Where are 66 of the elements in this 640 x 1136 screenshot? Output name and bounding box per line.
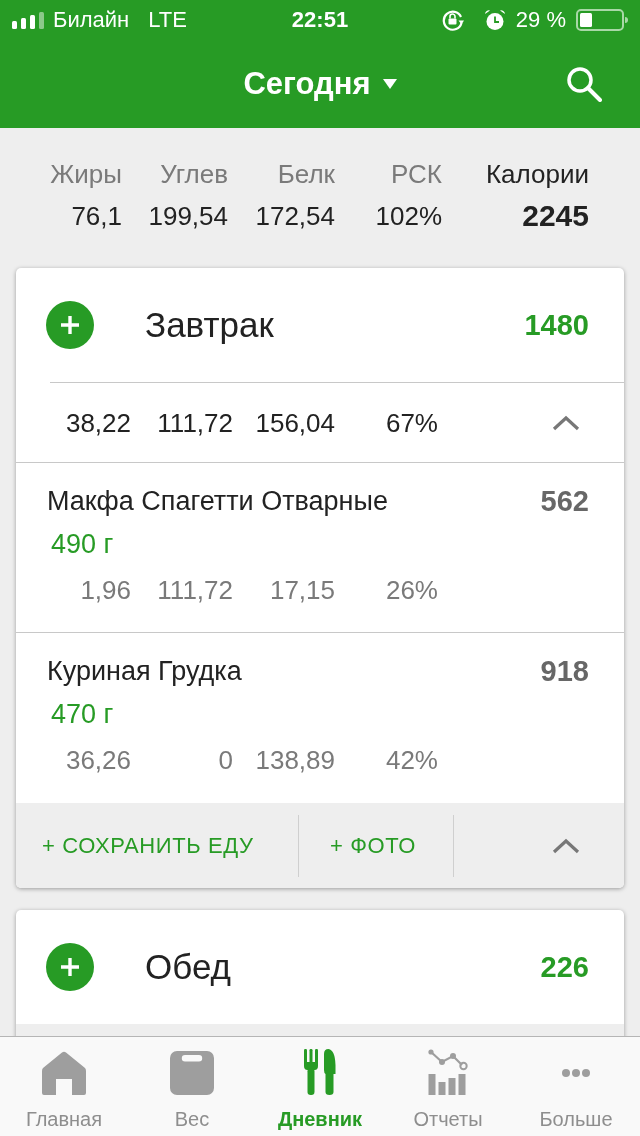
- network-type: LTE: [148, 7, 187, 33]
- summary-value: 76,1: [71, 200, 122, 233]
- add-food-button[interactable]: [46, 943, 94, 991]
- alarm-clock-icon: [483, 9, 506, 31]
- summary-label: Углев: [160, 158, 228, 191]
- search-button[interactable]: [566, 66, 602, 102]
- tab-item[interactable]: Больше: [512, 1037, 640, 1136]
- macro-value: 42%: [385, 744, 438, 777]
- battery-percent: 29 %: [515, 7, 566, 33]
- chevron-up-icon: [552, 837, 580, 854]
- plus-icon: [60, 957, 80, 977]
- macro-value: 26%: [385, 574, 438, 607]
- macro-value: 111,72: [157, 574, 233, 607]
- summary-value: 172,54: [255, 200, 335, 233]
- tab-item[interactable]: Главная: [0, 1037, 128, 1136]
- summary-label: РСК: [391, 158, 442, 191]
- chart-icon: [428, 1049, 468, 1095]
- add-food-button[interactable]: [46, 301, 94, 349]
- macro-value: 17,15: [269, 574, 335, 607]
- tab-item[interactable]: Отчеты: [384, 1037, 512, 1136]
- collapse-button[interactable]: [552, 837, 580, 854]
- food-amount: 470 г: [51, 698, 114, 731]
- collapse-button[interactable]: [552, 414, 580, 431]
- macro-value: 0: [218, 744, 233, 777]
- fork-knife-icon: [304, 1049, 336, 1095]
- chevron-up-icon: [552, 414, 580, 431]
- summary-value: 2245: [522, 198, 589, 234]
- food-entry[interactable]: Макфа Спагетти Отварные 562 490 г 1,96 111,72 17,15 26%: [16, 463, 624, 633]
- macro-value: 1,96: [80, 574, 131, 607]
- house-icon: [42, 1051, 86, 1095]
- total-value: 38,22: [65, 406, 131, 440]
- carrier-name: Билайн: [53, 7, 130, 33]
- total-value: 67%: [385, 406, 438, 440]
- tab-item[interactable]: Дневник: [256, 1037, 384, 1136]
- meal-calories: 1480: [524, 308, 589, 342]
- food-calories: 918: [540, 654, 589, 689]
- plus-icon: [60, 315, 80, 335]
- scale-icon: [170, 1051, 214, 1095]
- clock-time: 22:51: [291, 7, 349, 33]
- tab-item[interactable]: Вес: [128, 1037, 256, 1136]
- macro-value: 36,26: [65, 744, 131, 777]
- summary-value: 199,54: [148, 200, 228, 233]
- food-amount: 490 г: [51, 528, 114, 561]
- battery-icon: [576, 9, 628, 31]
- summary-label: Калории: [485, 158, 589, 191]
- rotation-lock-icon: [441, 9, 464, 31]
- food-calories: 562: [540, 484, 589, 519]
- summary-label: Жиры: [50, 158, 122, 191]
- total-value: 111,72: [157, 406, 233, 440]
- summary-label: Белк: [277, 158, 335, 191]
- summary-value: 102%: [375, 200, 442, 233]
- search-icon: [566, 66, 602, 102]
- meal-title: Завтрак: [145, 305, 275, 345]
- date-dropdown[interactable]: Сегодня: [243, 64, 397, 104]
- signal-icon: [12, 11, 44, 29]
- total-value: 156,04: [255, 406, 335, 440]
- meal-calories: 226: [540, 950, 589, 984]
- food-entry[interactable]: Куриная Грудка 918 470 г 36,26 0 138,89 42%: [16, 633, 624, 803]
- caret-icon: [382, 79, 397, 89]
- more-dots-icon: [562, 1069, 590, 1077]
- meal-title: Обед: [145, 947, 232, 987]
- macro-value: 138,89: [255, 744, 335, 777]
- action-button[interactable]: + СОХРАНИТЬ ЕДУ: [16, 830, 298, 861]
- food-name: Куриная Грудка: [47, 655, 242, 688]
- action-button[interactable]: + ФОТО: [299, 830, 453, 861]
- food-name: Макфа Спагетти Отварные: [47, 485, 388, 518]
